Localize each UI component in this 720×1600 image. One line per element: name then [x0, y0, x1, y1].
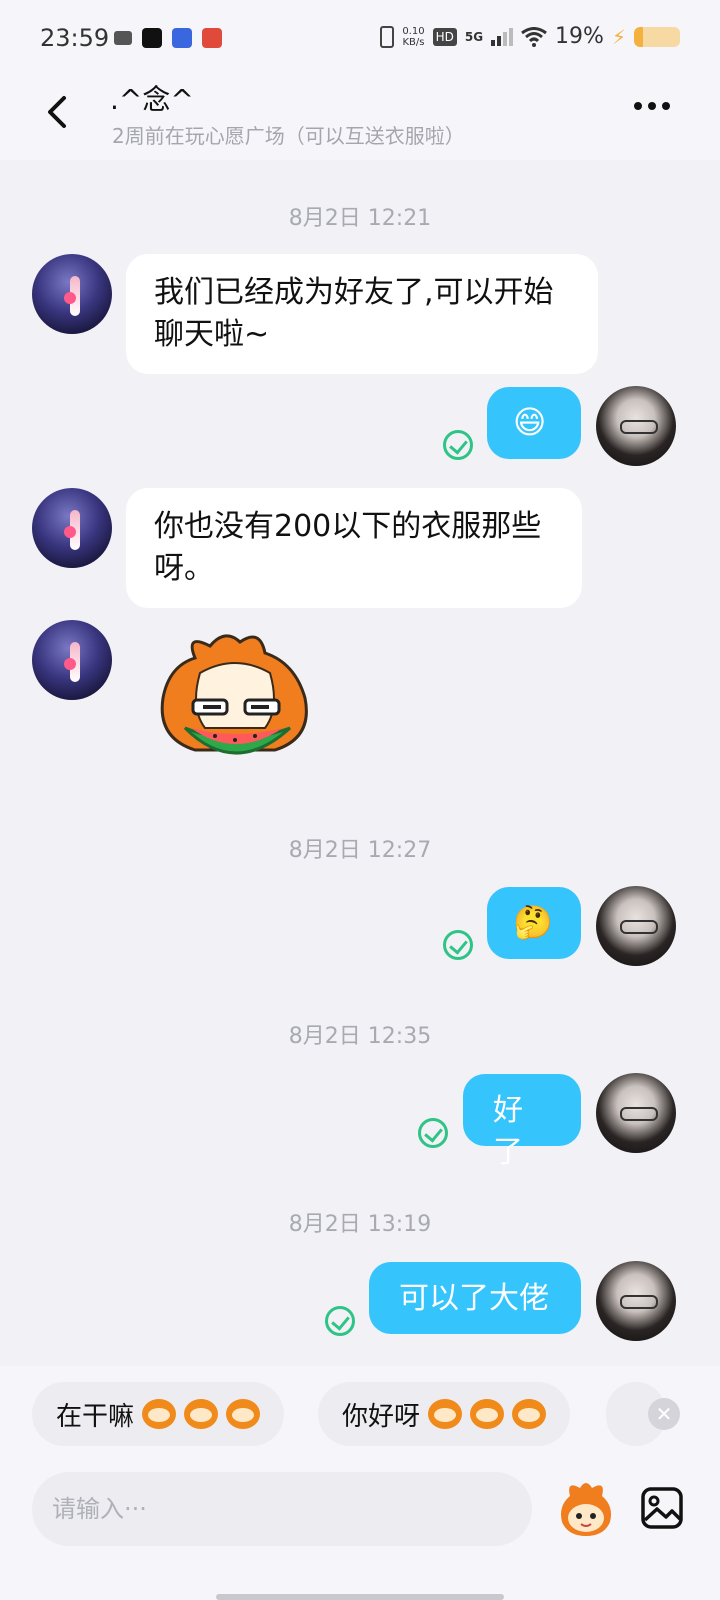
quick-reply-label: 在干嘛 [56, 1401, 135, 1432]
quick-reply-chip[interactable]: 你好呀 [318, 1382, 571, 1446]
monkey-emoji-icon [142, 1399, 177, 1429]
timestamp: 8月2日 13:19 [288, 1212, 432, 1237]
input-bar [0, 1464, 720, 1600]
battery-percent: 19% [555, 24, 604, 49]
timestamp: 8月2日 12:35 [288, 1024, 432, 1049]
incoming-message[interactable]: 我们已经成为好友了,可以开始聊天啦~ [126, 254, 598, 374]
friend-avatar[interactable] [32, 620, 112, 700]
sticker-icon[interactable] [556, 1476, 616, 1540]
timestamp: 8月2日 12:27 [288, 838, 432, 863]
hd-badge: HD [432, 27, 457, 46]
status-bar: 23:59 0.10 KB/s HD 5G 19% ⚡ [0, 0, 720, 78]
status-right: 0.10 KB/s HD 5G 19% ⚡ [380, 24, 680, 49]
monkey-watermelon-sticker[interactable] [155, 628, 315, 774]
app-icon [172, 28, 192, 48]
friend-avatar[interactable] [32, 254, 112, 334]
charging-icon: ⚡ [611, 24, 626, 49]
signal-icon [491, 27, 514, 46]
net-speed: 0.10 KB/s [402, 25, 425, 48]
video-camera-icon [114, 31, 132, 45]
monkey-emoji-icon [226, 1399, 261, 1429]
chat-header: .^念^ 2周前在玩心愿广场（可以互送衣服啦） [0, 78, 720, 160]
quick-reply-chip[interactable]: 在干嘛 [32, 1382, 285, 1446]
status-app-icons [114, 28, 222, 48]
app-icon [202, 28, 222, 48]
vibrate-icon [380, 25, 395, 48]
quick-reply-bar: 在干嘛 你好呀 ✕ [0, 1366, 720, 1464]
read-check-icon [443, 430, 473, 460]
back-arrow-icon[interactable] [38, 92, 78, 132]
image-gallery-icon[interactable] [640, 1486, 684, 1530]
home-indicator[interactable] [216, 1594, 504, 1600]
monkey-emoji-icon [428, 1399, 463, 1429]
outgoing-message[interactable]: 可以了大佬 [369, 1262, 581, 1334]
my-avatar[interactable] [596, 1261, 676, 1341]
more-options-icon[interactable] [634, 102, 670, 110]
network-label: 5G [464, 29, 484, 44]
read-check-icon [418, 1118, 448, 1148]
chat-title[interactable]: .^念^ [110, 78, 194, 118]
outgoing-message[interactable]: 😄 [487, 387, 581, 459]
status-time: 23:59 [40, 24, 110, 52]
chat-subtitle: 2周前在玩心愿广场（可以互送衣服啦） [112, 124, 465, 148]
read-check-icon [443, 930, 473, 960]
quick-reply-label: 你好呀 [342, 1401, 421, 1432]
thinking-emoji-icon: 🤔 [513, 903, 553, 941]
tiktok-icon [142, 28, 162, 48]
message-input[interactable] [32, 1472, 532, 1546]
monkey-emoji-icon [470, 1399, 505, 1429]
read-check-icon [325, 1306, 355, 1336]
my-avatar[interactable] [596, 386, 676, 466]
battery-icon [634, 26, 680, 47]
incoming-message[interactable]: 你也没有200以下的衣服那些呀。 [126, 488, 582, 608]
grinning-emoji-icon: 😄 [513, 403, 547, 441]
timestamp: 8月2日 12:21 [288, 206, 432, 231]
my-avatar[interactable] [596, 886, 676, 966]
battery-fill [634, 26, 643, 47]
wifi-icon [521, 26, 547, 47]
monkey-emoji-icon [512, 1399, 547, 1429]
close-icon[interactable]: ✕ [648, 1398, 680, 1430]
outgoing-message[interactable]: 好了 [463, 1074, 581, 1170]
monkey-emoji-icon [184, 1399, 219, 1429]
outgoing-message[interactable]: 🤔 [487, 887, 581, 959]
my-avatar[interactable] [596, 1073, 676, 1153]
friend-avatar[interactable] [32, 488, 112, 568]
